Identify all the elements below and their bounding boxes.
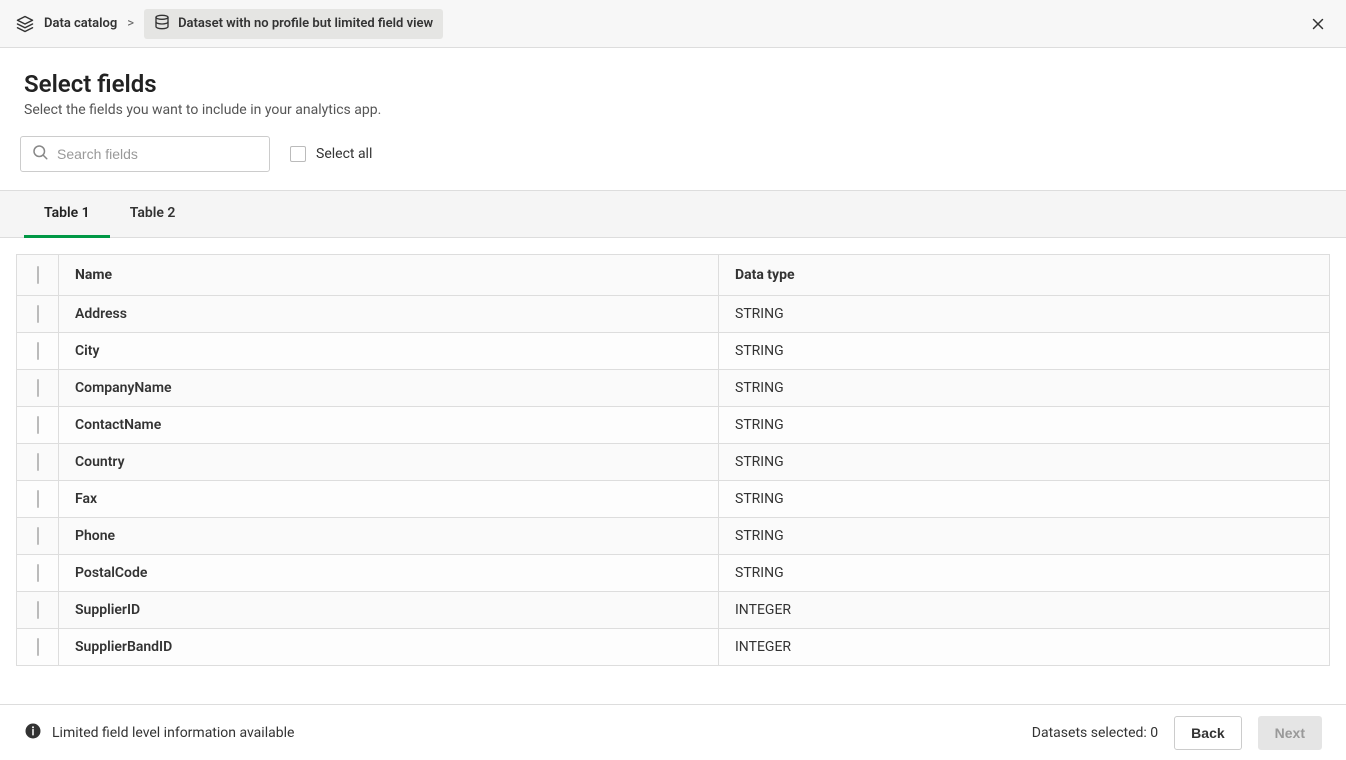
row-checkbox[interactable] — [37, 305, 39, 323]
row-checkbox-cell — [17, 518, 59, 555]
row-checkbox[interactable] — [37, 527, 39, 545]
select-all-checkbox[interactable] — [290, 146, 306, 162]
header-name[interactable]: Name — [59, 255, 719, 296]
page-title: Select fields — [24, 70, 1322, 98]
row-checkbox-cell — [17, 592, 59, 629]
controls-row: Select all — [0, 136, 1346, 190]
select-all-label: Select all — [316, 146, 372, 162]
footer-info-text: Limited field level information availabl… — [52, 725, 294, 741]
row-checkbox-cell — [17, 481, 59, 518]
table-row: PostalCodeSTRING — [17, 555, 1330, 592]
row-checkbox[interactable] — [37, 379, 39, 397]
datasets-selected-label: Datasets selected: — [1032, 725, 1151, 741]
row-name: SupplierBandID — [59, 629, 719, 666]
tabs-bar: Table 1Table 2 — [0, 190, 1346, 238]
row-name: Country — [59, 444, 719, 481]
table-row: ContactNameSTRING — [17, 407, 1330, 444]
table-row: PhoneSTRING — [17, 518, 1330, 555]
search-input[interactable] — [57, 146, 259, 162]
header-bar: Data catalog > Dataset with no profile b… — [0, 0, 1346, 48]
tab-table-2[interactable]: Table 2 — [110, 191, 196, 238]
datasets-selected: Datasets selected: 0 — [1032, 725, 1158, 741]
row-checkbox-cell — [17, 444, 59, 481]
fields-table: Name Data type AddressSTRINGCitySTRINGCo… — [16, 254, 1330, 666]
table-row: SupplierIDINTEGER — [17, 592, 1330, 629]
search-field-wrap[interactable] — [20, 136, 270, 172]
row-checkbox[interactable] — [37, 342, 39, 360]
footer-info: Limited field level information availabl… — [24, 722, 294, 744]
row-name: SupplierID — [59, 592, 719, 629]
page-subtitle: Select the fields you want to include in… — [24, 102, 1322, 118]
table-row: CompanyNameSTRING — [17, 370, 1330, 407]
row-type: STRING — [719, 296, 1330, 333]
row-checkbox-cell — [17, 629, 59, 666]
info-icon — [24, 722, 42, 744]
row-name: City — [59, 333, 719, 370]
row-checkbox-cell — [17, 370, 59, 407]
table-wrap: Name Data type AddressSTRINGCitySTRINGCo… — [0, 238, 1346, 704]
header-type[interactable]: Data type — [719, 255, 1330, 296]
row-checkbox[interactable] — [37, 490, 39, 508]
row-name: ContactName — [59, 407, 719, 444]
table-row: CountrySTRING — [17, 444, 1330, 481]
footer-bar: Limited field level information availabl… — [0, 704, 1346, 760]
row-name: Address — [59, 296, 719, 333]
row-type: STRING — [719, 333, 1330, 370]
row-type: INTEGER — [719, 592, 1330, 629]
row-checkbox[interactable] — [37, 416, 39, 434]
main-content: Select fields Select the fields you want… — [0, 48, 1346, 704]
row-checkbox[interactable] — [37, 453, 39, 471]
row-checkbox-cell — [17, 333, 59, 370]
row-type: INTEGER — [719, 629, 1330, 666]
row-type: STRING — [719, 370, 1330, 407]
breadcrumb-separator: > — [127, 16, 134, 31]
header-checkbox[interactable] — [37, 266, 39, 284]
tab-table-1[interactable]: Table 1 — [24, 191, 110, 238]
select-all[interactable]: Select all — [290, 146, 372, 162]
row-type: STRING — [719, 444, 1330, 481]
back-button[interactable]: Back — [1174, 716, 1241, 750]
row-checkbox-cell — [17, 407, 59, 444]
database-icon — [154, 14, 170, 34]
row-type: STRING — [719, 555, 1330, 592]
breadcrumb-current-label: Dataset with no profile but limited fiel… — [178, 16, 433, 31]
table-row: CitySTRING — [17, 333, 1330, 370]
row-name: CompanyName — [59, 370, 719, 407]
row-checkbox-cell — [17, 555, 59, 592]
row-type: STRING — [719, 481, 1330, 518]
row-type: STRING — [719, 518, 1330, 555]
next-button[interactable]: Next — [1258, 716, 1322, 750]
search-icon — [31, 143, 49, 165]
table-row: AddressSTRING — [17, 296, 1330, 333]
row-name: Fax — [59, 481, 719, 518]
close-button[interactable] — [1306, 12, 1330, 36]
breadcrumb-current[interactable]: Dataset with no profile but limited fiel… — [144, 9, 443, 39]
title-block: Select fields Select the fields you want… — [0, 48, 1346, 136]
row-checkbox[interactable] — [37, 638, 39, 656]
datasets-selected-count: 0 — [1150, 725, 1158, 741]
row-name: PostalCode — [59, 555, 719, 592]
catalog-icon — [16, 15, 34, 33]
row-checkbox[interactable] — [37, 601, 39, 619]
breadcrumb: Data catalog > Dataset with no profile b… — [16, 9, 443, 39]
row-name: Phone — [59, 518, 719, 555]
footer-actions: Datasets selected: 0 Back Next — [1032, 716, 1322, 750]
row-checkbox[interactable] — [37, 564, 39, 582]
row-checkbox-cell — [17, 296, 59, 333]
header-checkbox-col — [17, 255, 59, 296]
table-row: FaxSTRING — [17, 481, 1330, 518]
row-type: STRING — [719, 407, 1330, 444]
breadcrumb-root[interactable]: Data catalog — [44, 16, 117, 31]
table-row: SupplierBandIDINTEGER — [17, 629, 1330, 666]
